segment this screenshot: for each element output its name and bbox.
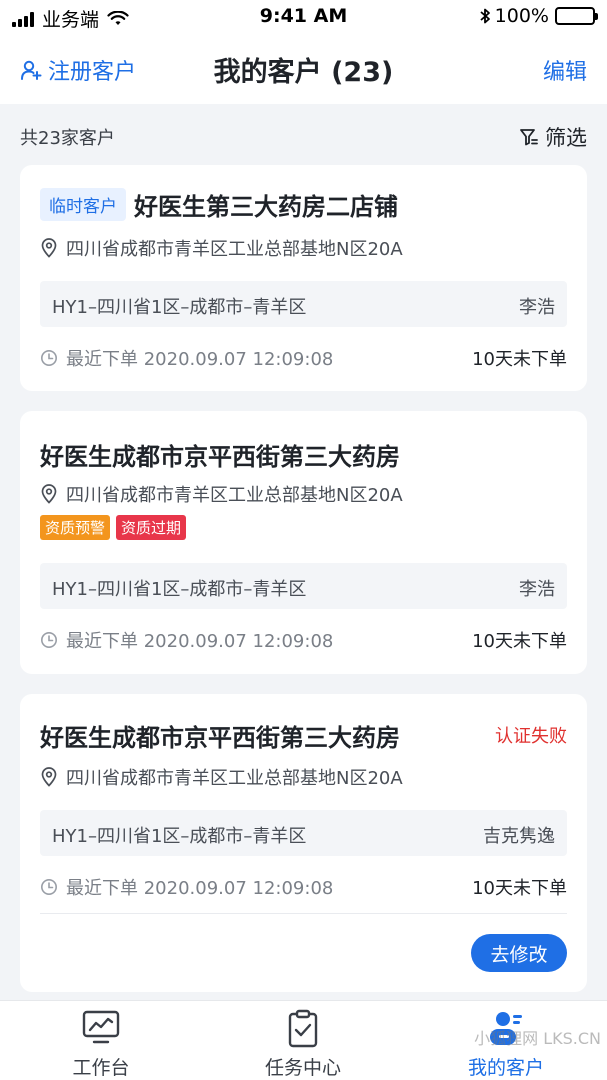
card-title-row: 好医生成都市京平西街第三大药房 <box>40 437 567 472</box>
days-without-order: 10天未下单 <box>472 349 567 370</box>
bluetooth-icon <box>479 7 491 25</box>
qualification-badges: 资质预警 资质过期 <box>40 515 187 540</box>
sales-rep-name: 吉克隽逸 <box>483 826 555 847</box>
status-bar: 业务端 9:41 AM 100% <box>0 0 607 34</box>
tab-workbench-label: 工作台 <box>72 1057 130 1079</box>
temporary-customer-tag: 临时客户 <box>40 188 126 221</box>
last-order-text: 最近下单 2020.09.07 12:09:08 <box>66 878 334 899</box>
location-pin-icon <box>41 484 57 504</box>
qualification-expired-badge: 资质过期 <box>116 515 187 540</box>
clock-icon <box>41 632 57 648</box>
region-box: HY1–四川省1区–成都市–青羊区 李浩 <box>40 563 567 609</box>
address-row: 四川省成都市青羊区工业总部基地N区20A <box>40 764 567 790</box>
last-order-row: 最近下单 2020.09.07 12:09:08 10天未下单 <box>40 345 567 371</box>
filter-label: 筛选 <box>545 126 587 150</box>
location-pin-icon <box>41 238 57 258</box>
customer-card[interactable]: 好医生成都市京平西街第三大药房 四川省成都市青羊区工业总部基地N区20A 资质预… <box>20 411 587 674</box>
last-order-text: 最近下单 2020.09.07 12:09:08 <box>66 349 334 370</box>
tab-task-center-label: 任务中心 <box>264 1057 341 1079</box>
tab-workbench[interactable]: 工作台 <box>0 1001 202 1080</box>
go-modify-button[interactable]: 去修改 <box>471 934 567 972</box>
address-row: 四川省成都市青羊区工业总部基地N区20A <box>40 235 567 261</box>
sales-rep-name: 李浩 <box>519 297 555 318</box>
clock-icon <box>41 879 57 895</box>
address-text: 四川省成都市青羊区工业总部基地N区20A <box>66 768 403 789</box>
days-without-order: 10天未下单 <box>472 878 567 899</box>
summary-bar: 共23家客户 筛选 <box>0 104 607 164</box>
filter-button[interactable]: 筛选 <box>519 122 587 152</box>
tab-my-customers-label: 我的客户 <box>467 1057 544 1079</box>
clipboard-check-icon <box>288 1009 318 1048</box>
address-text: 四川省成都市青羊区工业总部基地N区20A <box>66 239 403 260</box>
card-title-row: 临时客户 好医生第三大药房二店铺 <box>40 187 567 222</box>
verification-failed-status: 认证失败 <box>495 726 567 747</box>
customer-card[interactable]: 临时客户 好医生第三大药房二店铺 四川省成都市青羊区工业总部基地N区20A HY… <box>20 165 587 391</box>
nav-bar: 注册客户 我的客户 (23) 编辑 <box>0 34 607 104</box>
region-text: HY1–四川省1区–成都市–青羊区 <box>52 579 307 600</box>
region-box: HY1–四川省1区–成都市–青羊区 吉克隽逸 <box>40 810 567 856</box>
customer-card[interactable]: 好医生成都市京平西街第三大药房 认证失败 四川省成都市青羊区工业总部基地N区20… <box>20 694 587 992</box>
region-text: HY1–四川省1区–成都市–青羊区 <box>52 826 307 847</box>
last-order-text: 最近下单 2020.09.07 12:09:08 <box>66 631 334 652</box>
days-without-order: 10天未下单 <box>472 631 567 652</box>
tab-task-center[interactable]: 任务中心 <box>202 1001 404 1080</box>
sales-rep-name: 李浩 <box>519 579 555 600</box>
last-order-row: 最近下单 2020.09.07 12:09:08 10天未下单 <box>40 627 567 653</box>
card-title-row: 好医生成都市京平西街第三大药房 <box>40 718 567 753</box>
clock-icon <box>41 350 57 366</box>
last-order-row: 最近下单 2020.09.07 12:09:08 10天未下单 <box>40 874 567 900</box>
status-right: 100% <box>479 5 598 27</box>
customer-name: 好医生第三大药房二店铺 <box>134 193 398 221</box>
edit-button[interactable]: 编辑 <box>543 54 587 86</box>
customer-count: 共23家客户 <box>20 128 115 149</box>
battery-icon <box>555 7 598 25</box>
address-row: 四川省成都市青羊区工业总部基地N区20A <box>40 481 567 507</box>
region-box: HY1–四川省1区–成都市–青羊区 李浩 <box>40 281 567 327</box>
customer-name: 好医生成都市京平西街第三大药房 <box>40 443 400 471</box>
filter-icon <box>519 127 539 147</box>
card-divider <box>40 913 567 914</box>
battery-percent: 100% <box>494 5 549 27</box>
watermark: 小狐狸网 LKS.CN <box>474 1029 601 1048</box>
customer-name: 好医生成都市京平西街第三大药房 <box>40 724 400 752</box>
qualification-warning-badge: 资质预警 <box>40 515 111 540</box>
location-pin-icon <box>41 767 57 787</box>
monitor-chart-icon <box>82 1010 120 1044</box>
region-text: HY1–四川省1区–成都市–青羊区 <box>52 297 307 318</box>
page-title: 我的客户 (23) <box>213 57 394 88</box>
address-text: 四川省成都市青羊区工业总部基地N区20A <box>66 485 403 506</box>
